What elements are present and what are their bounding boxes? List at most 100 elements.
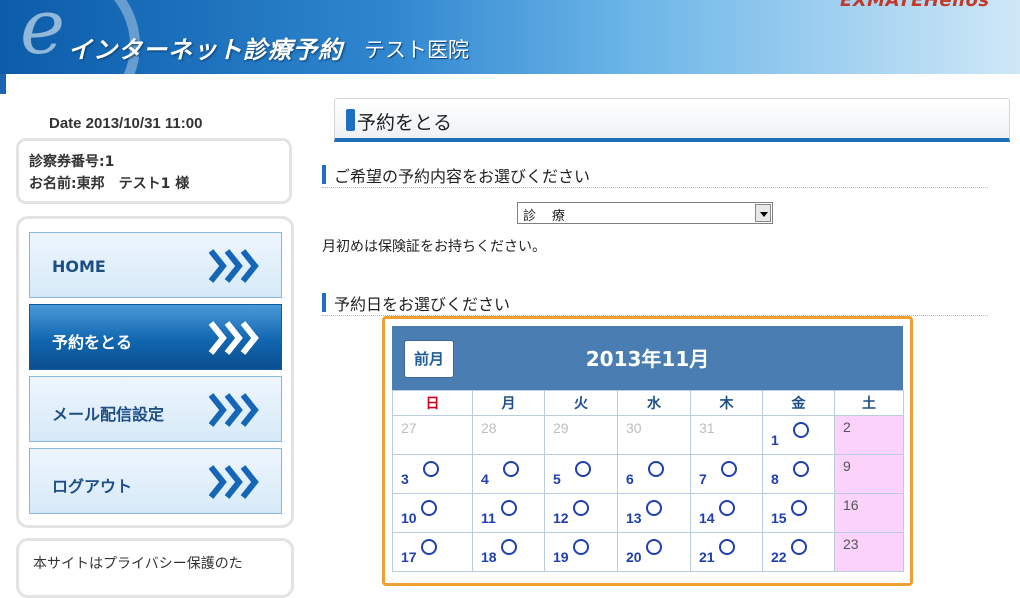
available-circle-icon[interactable] [793, 422, 809, 438]
nav-mail-settings[interactable]: メール配信設定 [29, 376, 282, 442]
section-heading-content: ご希望の予約内容をお選びください [322, 163, 988, 188]
day-number: 21 [699, 549, 715, 565]
day-number: 8 [771, 471, 779, 487]
calendar-day-available[interactable]: 20 [617, 532, 691, 572]
calendar-day-past: 29 [544, 415, 618, 455]
day-number: 16 [843, 497, 859, 513]
day-number: 1 [771, 432, 779, 448]
available-circle-icon[interactable] [721, 461, 737, 477]
available-circle-icon[interactable] [423, 461, 439, 477]
calendar-day-available[interactable]: 4 [472, 454, 545, 494]
calendar-day-available[interactable]: 5 [544, 454, 618, 494]
chevrons-right-icon [208, 321, 259, 355]
day-number: 29 [553, 420, 569, 436]
calendar-day-available[interactable]: 18 [472, 532, 545, 572]
calendar-day-available[interactable]: 13 [617, 493, 691, 533]
calendar-day-available[interactable]: 14 [690, 493, 763, 533]
calendar-day-past: 28 [472, 415, 545, 455]
day-number: 5 [553, 471, 561, 487]
available-circle-icon[interactable] [573, 500, 589, 516]
chevron-down-icon[interactable] [755, 204, 771, 222]
available-circle-icon[interactable] [646, 500, 662, 516]
available-circle-icon[interactable] [648, 461, 664, 477]
calendar-header: 2013年11月 前月 [392, 326, 903, 390]
available-circle-icon[interactable] [421, 500, 437, 516]
calendar-day-available[interactable]: 17 [392, 532, 473, 572]
available-circle-icon[interactable] [421, 539, 437, 555]
page-title-bar: 予約をとる [334, 98, 1010, 142]
weekday-header: 日 [392, 390, 473, 416]
available-circle-icon[interactable] [719, 500, 735, 516]
prev-month-button[interactable]: 前月 [404, 340, 454, 378]
day-number: 6 [626, 471, 634, 487]
calendar-day-available[interactable]: 3 [392, 454, 473, 494]
calendar-day-closed: 23 [834, 532, 904, 572]
reservation-type-select[interactable]: 診 療 [517, 202, 773, 224]
available-circle-icon[interactable] [501, 539, 517, 555]
calendar-day-available[interactable]: 6 [617, 454, 691, 494]
calendar-day-available[interactable]: 8 [762, 454, 835, 494]
privacy-text: 本サイトはプライバシー保護のた [33, 556, 243, 572]
section-marker [322, 293, 326, 312]
available-circle-icon[interactable] [501, 500, 517, 516]
day-number: 22 [771, 549, 787, 565]
day-number: 27 [401, 420, 417, 436]
available-circle-icon[interactable] [503, 461, 519, 477]
site-title: インターネット診療予約 [68, 36, 343, 64]
calendar-day-available[interactable]: 7 [690, 454, 763, 494]
calendar-grid: 日月火水木金土 27 28 29 30 31 1 2 3 4 5 6 7 8 9 10 11 12 13 14 15 1… [392, 390, 904, 572]
calendar-day-available[interactable]: 15 [762, 493, 835, 533]
available-circle-icon[interactable] [791, 539, 807, 555]
calendar-day-available[interactable]: 10 [392, 493, 473, 533]
section-title: ご希望の予約内容をお選びください [334, 167, 591, 186]
weekday-header-row: 日月火水木金土 [392, 390, 904, 416]
day-number: 10 [401, 510, 417, 526]
available-circle-icon[interactable] [791, 500, 807, 516]
insurance-note: 月初めは保険証をお持ちください。 [322, 239, 546, 255]
nav-logout[interactable]: ログアウト [29, 448, 282, 514]
day-number: 20 [626, 549, 642, 565]
day-number: 15 [771, 510, 787, 526]
chevrons-right-icon [208, 393, 259, 427]
available-circle-icon[interactable] [575, 461, 591, 477]
nav-reserve[interactable]: 予約をとる [29, 304, 282, 370]
nav-label: HOME [52, 257, 106, 276]
day-number: 31 [699, 420, 715, 436]
nav-menu: HOME 予約をとる メール配信設定 ログアウト [16, 216, 294, 528]
calendar-day-available[interactable]: 21 [690, 532, 763, 572]
available-circle-icon[interactable] [793, 461, 809, 477]
select-value: 診 療 [523, 209, 569, 224]
weekday-header: 土 [834, 390, 904, 416]
available-circle-icon[interactable] [719, 539, 735, 555]
day-number: 30 [626, 420, 642, 436]
calendar-day-past: 31 [690, 415, 763, 455]
available-circle-icon[interactable] [573, 539, 589, 555]
available-circle-icon[interactable] [646, 539, 662, 555]
chevrons-right-icon [208, 465, 259, 499]
logo-e-icon: e [20, 0, 65, 71]
calendar-week-row: 27 28 29 30 31 1 2 [392, 415, 904, 455]
current-date: Date 2013/10/31 11:00 [49, 115, 203, 132]
nav-label: ログアウト [52, 477, 133, 496]
day-number: 7 [699, 471, 707, 487]
calendar-day-closed: 9 [834, 454, 904, 494]
calendar-day-available[interactable]: 22 [762, 532, 835, 572]
patient-number: 診察券番号:1 [29, 154, 115, 170]
calendar-day-available[interactable]: 11 [472, 493, 545, 533]
section-title: 予約日をお選びください [334, 295, 511, 314]
day-number: 18 [481, 549, 497, 565]
nav-home[interactable]: HOME [29, 232, 282, 298]
day-number: 13 [626, 510, 642, 526]
calendar-day-closed: 2 [834, 415, 904, 455]
weekday-header: 火 [544, 390, 618, 416]
day-number: 4 [481, 471, 489, 487]
privacy-notice: 本サイトはプライバシー保護のた [16, 538, 294, 598]
calendar-day-available[interactable]: 19 [544, 532, 618, 572]
calendar-week-row: 3 4 5 6 7 8 9 [392, 454, 904, 494]
calendar-day-available[interactable]: 1 [762, 415, 835, 455]
calendar-month-title: 2013年11月 [585, 347, 710, 371]
calendar-day-available[interactable]: 12 [544, 493, 618, 533]
nav-label: 予約をとる [52, 333, 133, 352]
day-number: 17 [401, 549, 417, 565]
calendar-week-row: 17 18 19 20 21 22 23 [392, 532, 904, 572]
